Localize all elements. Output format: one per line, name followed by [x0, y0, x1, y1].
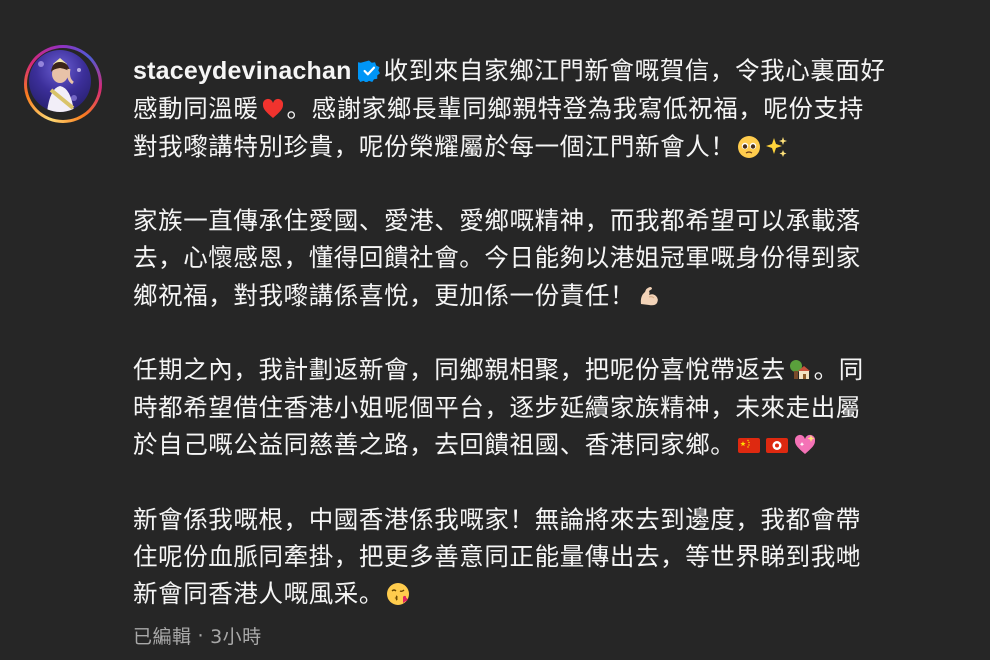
caption-text-segment: 收到來自家鄉江門新會嘅賀信，令我心裏面好 — [383, 56, 886, 85]
timestamp-link[interactable]: 3小時 — [210, 626, 262, 648]
red-heart-icon — [262, 99, 283, 119]
flexed-biceps-icon — [640, 286, 658, 306]
hong-kong-flag-icon — [766, 437, 789, 453]
caption-paragraph-4: 新會係我嘅根，中國香港係我嘅家！無論將來去到邊度，我都會帶 住呢份血脈同牽掛，把… — [133, 501, 973, 613]
caption-paragraph-3: 任期之內，我計劃返新會，同鄉親相聚，把呢份喜悅帶返去 。同 時都希望借住香港小姐呢… — [133, 351, 973, 463]
caption-line: 感動同溫暖 。感謝家鄉長輩同鄉親特登為我寫低祝福，呢份支持 — [133, 90, 973, 127]
caption-line: 去，心懷感恩，懂得回饋社會。今日能夠以港姐冠軍嘅身份得到家 — [133, 243, 861, 273]
caption-line: 新會係我嘅根，中國香港係我嘅家！無論將來去到邊度，我都會帶 — [133, 504, 861, 534]
house-with-garden-icon — [789, 360, 810, 380]
caption-paragraph-1: staceydevinachan 收到來自家鄉江門新會嘅賀信，令我心裏面好 感動同… — [133, 52, 973, 165]
caption-text-segment: 。同 — [813, 355, 864, 385]
caption-text: staceydevinachan 收到來自家鄉江門新會嘅賀信，令我心裏面好 感動同… — [133, 52, 973, 612]
caption-text-segment: 鄉祝福，對我嚟講係喜悅，更加係一份責任！ — [133, 280, 635, 310]
post-meta: 已編輯 · 3小時 — [133, 622, 262, 649]
caption-text-segment: 對我嚟講特別珍貴，呢份榮耀屬於每一個江門新會人！ — [133, 131, 736, 161]
avatar[interactable] — [24, 45, 102, 123]
caption-text-segment: 感動同溫暖 — [133, 94, 259, 124]
avatar-image — [29, 50, 91, 112]
caption-text-segment: 於自己嘅公益同慈善之路，去回饋祖國、香港同家鄉。 — [133, 429, 736, 459]
china-flag-icon — [738, 437, 761, 453]
caption-line: 任期之內，我計劃返新會，同鄉親相聚，把呢份喜悅帶返去 。同 — [133, 351, 973, 388]
verified-badge-icon — [357, 60, 380, 82]
pleading-face-icon — [738, 135, 761, 158]
edited-label: 已編輯 — [133, 626, 192, 648]
caption-line: 於自己嘅公益同慈善之路，去回饋祖國、香港同家鄉。 — [133, 426, 973, 463]
caption-line: 住呢份血脈同牽掛，把更多善意同正能量傳出去，等世界睇到我哋 — [133, 541, 861, 571]
caption-text-segment: 。感謝家鄉長輩同鄉親特登為我寫低祝福，呢份支持 — [286, 94, 864, 124]
caption-text-segment: 新會同香港人嘅風采。 — [133, 579, 384, 609]
sparkles-icon — [766, 136, 788, 157]
username-link[interactable]: staceydevinachan — [133, 57, 352, 85]
face-blowing-kiss-icon — [387, 583, 409, 606]
caption-line: staceydevinachan 收到來自家鄉江門新會嘅賀信，令我心裏面好 — [133, 52, 973, 90]
caption-text-segment: 任期之內，我計劃返新會，同鄉親相聚，把呢份喜悅帶返去 — [133, 355, 786, 385]
sparkling-heart-icon — [795, 434, 816, 454]
post-caption-container: staceydevinachan 收到來自家鄉江門新會嘅賀信，令我心裏面好 感動同… — [0, 0, 990, 660]
caption-paragraph-2: 家族一直傳承住愛國、愛港、愛鄉嘅精神，而我都希望可以承載落 去，心懷感恩，懂得回… — [133, 202, 973, 314]
meta-separator: · — [197, 624, 205, 647]
caption-line: 家族一直傳承住愛國、愛港、愛鄉嘅精神，而我都希望可以承載落 — [133, 206, 861, 236]
caption-line: 時都希望借住香港小姐呢個平台，逐步延續家族精神，未來走出屬 — [133, 392, 861, 422]
caption-line: 對我嚟講特別珍貴，呢份榮耀屬於每一個江門新會人！ — [133, 128, 973, 165]
caption-line: 新會同香港人嘅風采。 — [133, 575, 973, 612]
caption-line: 鄉祝福，對我嚟講係喜悅，更加係一份責任！ — [133, 277, 973, 314]
